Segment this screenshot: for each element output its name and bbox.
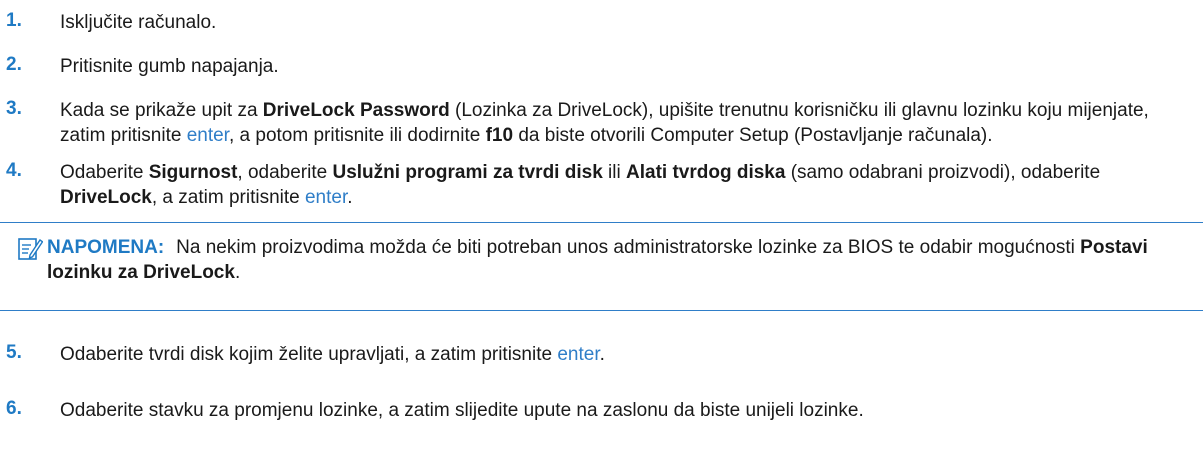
key-name: enter bbox=[304, 187, 348, 208]
bold-term: DriveLock Password bbox=[262, 100, 450, 121]
text-run: Kada se prikaže upit za bbox=[60, 100, 263, 121]
step-4: 4. Odaberite Sigurnost, odaberite Uslužn… bbox=[0, 160, 1203, 210]
key-name: enter bbox=[186, 125, 229, 146]
text-run: Na nekim proizvodima možda će biti potre… bbox=[176, 237, 1081, 258]
step-text: Pritisnite gumb napajanja. bbox=[60, 56, 279, 77]
text-run: . bbox=[599, 344, 605, 365]
step-number: 3. bbox=[6, 98, 22, 119]
step-3: 3. Kada se prikaže upit za DriveLock Pas… bbox=[0, 98, 1203, 148]
note-box: NAPOMENA: Na nekim proizvodima možda će b… bbox=[0, 222, 1203, 311]
text-run: . bbox=[234, 262, 241, 283]
step-text: Isključite računalo. bbox=[60, 12, 217, 33]
note-text: NAPOMENA: Na nekim proizvodima možda će b… bbox=[47, 235, 1199, 285]
text-run: Odaberite tvrdi disk kojim želite upravl… bbox=[60, 344, 558, 365]
step-text: Kada se prikaže upit za DriveLock Passwo… bbox=[60, 98, 1203, 148]
step-number: 4. bbox=[6, 160, 22, 181]
text-run: , a potom pritisnite ili dodirnite bbox=[228, 125, 486, 146]
note-label: NAPOMENA: bbox=[47, 237, 165, 258]
bold-term: f10 bbox=[485, 125, 514, 146]
bold-term: Uslužni programi za tvrdi disk bbox=[332, 162, 603, 183]
step-number: 6. bbox=[6, 398, 22, 419]
text-run: da biste otvorili Computer Setup (Postav… bbox=[513, 125, 993, 146]
bold-term: Sigurnost bbox=[148, 162, 238, 183]
step-2: 2. Pritisnite gumb napajanja. bbox=[0, 54, 1203, 79]
bold-term: Alati tvrdog diska bbox=[626, 162, 786, 183]
step-6: 6. Odaberite stavku za promjenu lozinke,… bbox=[0, 398, 1203, 423]
step-number: 5. bbox=[6, 342, 22, 363]
step-1: 1. Isključite računalo. bbox=[0, 10, 1203, 35]
key-name: enter bbox=[557, 344, 600, 365]
text-run: . bbox=[347, 187, 353, 208]
step-number: 1. bbox=[6, 10, 22, 31]
text-run: , a zatim pritisnite bbox=[151, 187, 305, 208]
step-text: Odaberite stavku za promjenu lozinke, a … bbox=[60, 400, 864, 421]
text-run: Odaberite bbox=[60, 162, 149, 183]
text-run: , odaberite bbox=[237, 162, 333, 183]
step-text: Odaberite Sigurnost, odaberite Uslužni p… bbox=[60, 160, 1203, 210]
note-pencil-icon bbox=[18, 238, 43, 260]
text-run: ili bbox=[602, 162, 626, 183]
step-5: 5. Odaberite tvrdi disk kojim želite upr… bbox=[0, 342, 1203, 367]
bold-term: DriveLock bbox=[60, 187, 152, 208]
step-text: Odaberite tvrdi disk kojim želite upravl… bbox=[60, 342, 1203, 367]
text-run: (samo odabrani proizvodi), odaberite bbox=[785, 162, 1101, 183]
step-number: 2. bbox=[6, 54, 22, 75]
